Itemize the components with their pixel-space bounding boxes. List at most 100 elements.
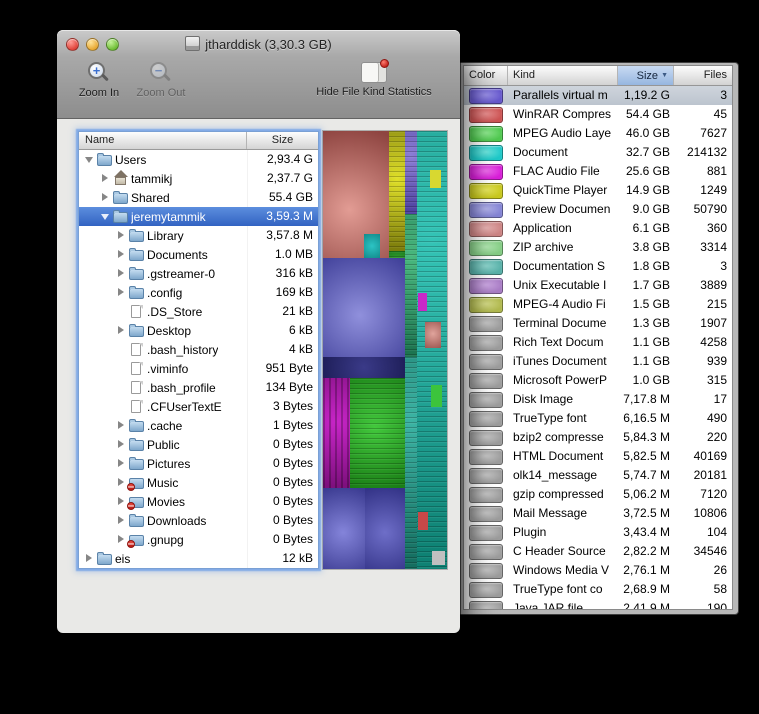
window-title-text: jtharddisk (3,30.3 GB) <box>205 37 331 52</box>
tree-row[interactable]: tammikj2,37.7 G <box>79 169 318 188</box>
treemap-region[interactable] <box>417 131 447 569</box>
treemap-region[interactable] <box>365 488 405 569</box>
tree-row[interactable]: Public0 Bytes <box>79 435 318 454</box>
file-kind-row[interactable]: Plugin3,43.4 M104 <box>464 523 732 542</box>
file-kind-row[interactable]: Disk Image7,17.8 M17 <box>464 390 732 409</box>
kind-name: FLAC Audio File <box>508 162 618 181</box>
file-kind-row[interactable]: iTunes Document1.1 GB939 <box>464 352 732 371</box>
file-kind-row[interactable]: TrueType font co2,68.9 M58 <box>464 580 732 599</box>
treemap-view[interactable] <box>323 131 447 569</box>
treemap-region[interactable] <box>425 322 441 348</box>
tree-row[interactable]: Documents1.0 MB <box>79 245 318 264</box>
kind-color-swatch <box>469 487 503 503</box>
tree-row[interactable]: .cache1 Bytes <box>79 416 318 435</box>
treemap-region[interactable] <box>364 234 380 258</box>
tree-row[interactable]: .viminfo951 Byte <box>79 359 318 378</box>
kind-file-count: 58 <box>674 580 732 599</box>
tree-row[interactable]: Downloads0 Bytes <box>79 511 318 530</box>
treemap-region[interactable] <box>323 378 350 488</box>
column-header-name[interactable]: Name <box>79 132 247 149</box>
tree-row[interactable]: .bash_profile134 Byte <box>79 378 318 397</box>
item-size: 3,57.8 M <box>266 226 313 245</box>
tree-row[interactable]: Library3,57.8 M <box>79 226 318 245</box>
file-kind-row[interactable]: ZIP archive3.8 GB3314 <box>464 238 732 257</box>
kind-size: 5,74.7 M <box>618 466 674 485</box>
kind-size: 5,06.2 M <box>618 485 674 504</box>
column-header-kind[interactable]: Kind <box>508 66 618 85</box>
tree-row[interactable]: .config169 kB <box>79 283 318 302</box>
file-kind-row[interactable]: Parallels virtual m1,19.2 G3 <box>464 86 732 105</box>
treemap-region[interactable] <box>418 293 427 311</box>
file-kind-row[interactable]: bzip2 compresse5,84.3 M220 <box>464 428 732 447</box>
kind-color-cell <box>464 354 508 370</box>
column-header-files[interactable]: Files <box>674 66 732 85</box>
kind-file-count: 3314 <box>674 238 732 257</box>
tree-row[interactable]: .CFUserTextE3 Bytes <box>79 397 318 416</box>
kind-size: 1.0 GB <box>618 371 674 390</box>
treemap-region[interactable] <box>323 357 405 378</box>
treemap-region[interactable] <box>389 131 405 251</box>
file-kind-row[interactable]: gzip compressed5,06.2 M7120 <box>464 485 732 504</box>
file-kind-row[interactable]: Java JAR file2,41.9 M190 <box>464 599 732 610</box>
kind-file-count: 20181 <box>674 466 732 485</box>
tree-row[interactable]: Shared55.4 GB <box>79 188 318 207</box>
treemap-region[interactable] <box>432 551 444 564</box>
tree-row[interactable]: .DS_Store21 kB <box>79 302 318 321</box>
item-size: 0 Bytes <box>273 530 313 549</box>
kind-color-swatch <box>469 107 503 123</box>
tree-row[interactable]: Desktop6 kB <box>79 321 318 340</box>
tree-row[interactable]: .bash_history4 kB <box>79 340 318 359</box>
file-kind-row[interactable]: Mail Message3,72.5 M10806 <box>464 504 732 523</box>
file-kind-row[interactable]: MPEG-4 Audio Fi1.5 GB215 <box>464 295 732 314</box>
treemap-region[interactable] <box>405 214 417 356</box>
file-kind-row[interactable]: Rich Text Docum1.1 GB4258 <box>464 333 732 352</box>
treemap-region[interactable] <box>350 378 405 488</box>
file-kind-row[interactable]: HTML Document5,82.5 M40169 <box>464 447 732 466</box>
tree-row[interactable]: .gstreamer-0316 kB <box>79 264 318 283</box>
tree-row[interactable]: Users2,93.4 G <box>79 150 318 169</box>
column-header-size-label: Size <box>637 67 658 85</box>
file-kind-row[interactable]: Terminal Docume1.3 GB1907 <box>464 314 732 333</box>
file-kind-row[interactable]: Unix Executable I1.7 GB3889 <box>464 276 732 295</box>
file-kind-row[interactable]: Windows Media V2,76.1 M26 <box>464 561 732 580</box>
column-header-size[interactable]: Size ▼ <box>618 66 674 85</box>
treemap-region[interactable] <box>323 258 405 357</box>
tree-row[interactable]: Music0 Bytes <box>79 473 318 492</box>
item-name: Music <box>147 476 178 490</box>
kind-name: MPEG Audio Laye <box>508 124 618 143</box>
file-kind-row[interactable]: Application6.1 GB360 <box>464 219 732 238</box>
tree-row[interactable]: jeremytammik3,59.3 M <box>79 207 318 226</box>
tree-row[interactable]: Movies0 Bytes <box>79 492 318 511</box>
treemap-region[interactable] <box>418 512 428 530</box>
treemap-region[interactable] <box>405 357 417 569</box>
file-kind-row[interactable]: MPEG Audio Laye46.0 GB7627 <box>464 124 732 143</box>
file-kind-row[interactable]: Document32.7 GB214132 <box>464 143 732 162</box>
file-kind-row[interactable]: C Header Source2,82.2 M34546 <box>464 542 732 561</box>
hide-file-kind-statistics-button[interactable]: Hide File Kind Statistics <box>298 62 450 98</box>
file-kind-row[interactable]: Microsoft PowerP1.0 GB315 <box>464 371 732 390</box>
zoom-out-button[interactable]: − Zoom Out <box>129 62 193 99</box>
column-header-color[interactable]: Color <box>464 66 508 85</box>
column-header-tree-size[interactable]: Size <box>247 132 318 149</box>
kind-name: bzip2 compresse <box>508 428 618 447</box>
file-kind-row[interactable]: olk14_message5,74.7 M20181 <box>464 466 732 485</box>
title-bar[interactable]: jtharddisk (3,30.3 GB) + Zoom In − Zoom … <box>57 30 460 119</box>
treemap-region[interactable] <box>323 488 365 569</box>
zoom-out-icon: − <box>150 62 172 84</box>
zoom-in-button[interactable]: + Zoom In <box>71 62 127 99</box>
item-size: 2,93.4 G <box>267 150 313 169</box>
file-kind-row[interactable]: FLAC Audio File25.6 GB881 <box>464 162 732 181</box>
file-kind-row[interactable]: Preview Documen9.0 GB50790 <box>464 200 732 219</box>
tree-row[interactable]: .gnupg0 Bytes <box>79 530 318 549</box>
kind-size: 3.8 GB <box>618 238 674 257</box>
tree-row[interactable]: Pictures0 Bytes <box>79 454 318 473</box>
treemap-region[interactable] <box>405 131 417 214</box>
file-kind-row[interactable]: TrueType font6,16.5 M490 <box>464 409 732 428</box>
file-kind-row[interactable]: WinRAR Compres54.4 GB45 <box>464 105 732 124</box>
kind-color-swatch <box>469 297 503 313</box>
tree-row[interactable]: eis12 kB <box>79 549 318 568</box>
treemap-region[interactable] <box>431 385 442 407</box>
file-kind-row[interactable]: Documentation S1.8 GB3 <box>464 257 732 276</box>
file-kind-row[interactable]: QuickTime Player14.9 GB1249 <box>464 181 732 200</box>
treemap-region[interactable] <box>430 170 441 188</box>
